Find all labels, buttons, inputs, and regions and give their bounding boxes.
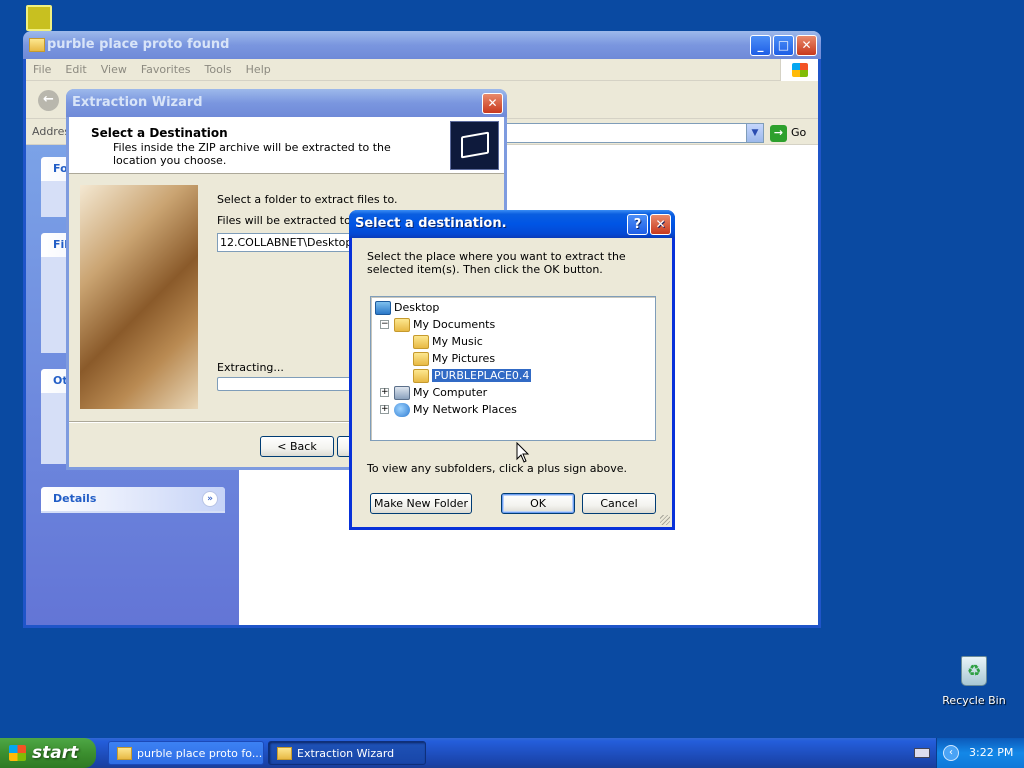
go-label: Go [791,126,807,139]
menu-view[interactable]: View [94,59,134,80]
wizard-title-bar[interactable]: Extraction Wizard ✕ [66,89,507,117]
back-button[interactable]: < Back [260,436,334,457]
close-button[interactable]: ✕ [796,35,817,56]
windows-flag-icon [9,745,26,761]
my-music-icon [413,335,429,349]
network-globe-icon [394,403,410,417]
wizard-title: Extraction Wizard [72,95,203,110]
menu-file[interactable]: File [26,59,58,80]
open-folder-icon [413,369,429,383]
tree-item-my-music[interactable]: My Music [413,333,483,350]
ok-button[interactable]: OK [501,493,575,514]
tree-item-desktop[interactable]: Desktop [375,299,439,316]
wizard-close-button[interactable]: ✕ [482,93,503,114]
dialog-title: Select a destination. [355,216,507,231]
address-input[interactable]: ▼ [506,123,764,143]
address-dropdown-icon[interactable]: ▼ [746,124,763,142]
maximize-button[interactable]: □ [773,35,794,56]
tree-item-my-computer[interactable]: My Computer [394,384,487,401]
keyboard-icon[interactable] [914,748,930,758]
dialog-title-bar[interactable]: Select a destination. ? ✕ [349,210,675,238]
tree-label-my-computer: My Computer [413,386,488,399]
wizard-subheading: Files inside the ZIP archive will be ext… [113,141,391,167]
start-button[interactable]: start [0,738,96,768]
taskbar-item-explorer[interactable]: purble place proto fo... [108,741,264,765]
wizard-heading: Select a Destination [91,126,228,140]
tree-item-my-documents[interactable]: My Documents [394,316,495,333]
folder-icon [29,38,45,52]
my-pictures-icon [413,352,429,366]
menu-favorites[interactable]: Favorites [134,59,198,80]
details-header[interactable]: Details » [41,487,225,511]
expand-my-network-places-icon[interactable]: + [380,405,389,414]
zip-folder-icon [450,121,499,170]
wizard-header: Select a Destination Files inside the ZI… [69,117,504,174]
menu-bar: File Edit View Favorites Tools Help [26,59,818,81]
minimize-button[interactable]: _ [750,35,771,56]
taskbar-wizard-icon [277,747,292,760]
details-label: Details [53,492,97,505]
menu-edit[interactable]: Edit [58,59,93,80]
tree-label-my-music: My Music [432,335,483,348]
clock[interactable]: 3:22 PM [969,738,1013,768]
select-destination-dialog[interactable]: Select a destination. ? ✕ Select the pla… [349,210,675,530]
tree-label-desktop: Desktop [394,301,440,314]
wizard-side-image [80,185,198,409]
computer-icon [394,386,410,400]
desktop-icon [375,301,391,315]
taskbar-label-extraction-wizard: Extraction Wizard [297,747,395,760]
tray-expand-icon[interactable]: ‹ [943,745,959,761]
cancel-button[interactable]: Cancel [582,493,656,514]
recycle-bin-graphic: ♻ [961,656,987,686]
back-arrow-icon[interactable]: ← [38,90,59,111]
taskbar: start purble place proto fo... Extractio… [0,738,1024,768]
select-folder-text: Select a folder to extract files to. [217,193,398,206]
tree-item-my-pictures[interactable]: My Pictures [413,350,495,367]
expand-my-computer-icon[interactable]: + [380,388,389,397]
help-button[interactable]: ? [627,214,648,235]
tree-label-my-pictures: My Pictures [432,352,496,365]
tree-item-my-network-places[interactable]: My Network Places [394,401,517,418]
taskbar-folder-icon [117,747,132,760]
recycle-bin-icon[interactable]: ♻ [958,656,990,688]
extracting-text: Extracting... [217,361,284,374]
tree-label-my-network-places: My Network Places [413,403,517,416]
destination-path-input[interactable]: 12.COLLABNET\Desktop\p [217,233,357,252]
folder-tree[interactable]: Desktop − My Documents My Music My Pictu… [370,296,656,441]
tree-item-purbleplace[interactable]: PURBLEPLACE0.4 [413,367,532,384]
dialog-close-button[interactable]: ✕ [650,214,671,235]
recycle-bin-label: Recycle Bin [942,694,1006,707]
dialog-instruction: Select the place where you want to extra… [367,250,626,276]
system-tray: ‹ 3:22 PM [936,738,1024,768]
taskbar-label-explorer: purble place proto fo... [137,747,263,760]
my-documents-icon [394,318,410,332]
resize-grip[interactable] [660,515,670,525]
make-new-folder-button[interactable]: Make New Folder [370,493,472,514]
mouse-cursor-icon [516,442,530,463]
menu-help[interactable]: Help [239,59,278,80]
start-label: start [32,743,79,763]
desktop-shortcut-icon[interactable] [26,5,52,31]
tree-label-purbleplace: PURBLEPLACE0.4 [432,369,532,382]
windows-logo-icon [780,59,818,81]
collapse-my-documents-icon[interactable]: − [380,320,389,329]
details-panel: Details » [41,487,225,513]
go-arrow-icon: → [770,124,787,142]
chevron-down-icon[interactable]: » [202,491,218,507]
dialog-hint: To view any subfolders, click a plus sig… [367,462,627,475]
explorer-title-bar[interactable]: purble place proto found _ □ ✕ [23,31,821,59]
go-button[interactable]: → Go [770,123,810,143]
extraction-progress-bar [217,377,357,391]
taskbar-item-extraction-wizard[interactable]: Extraction Wizard [268,741,426,765]
tree-label-my-documents: My Documents [413,318,496,331]
explorer-title: purble place proto found [47,37,230,52]
menu-tools[interactable]: Tools [198,59,239,80]
